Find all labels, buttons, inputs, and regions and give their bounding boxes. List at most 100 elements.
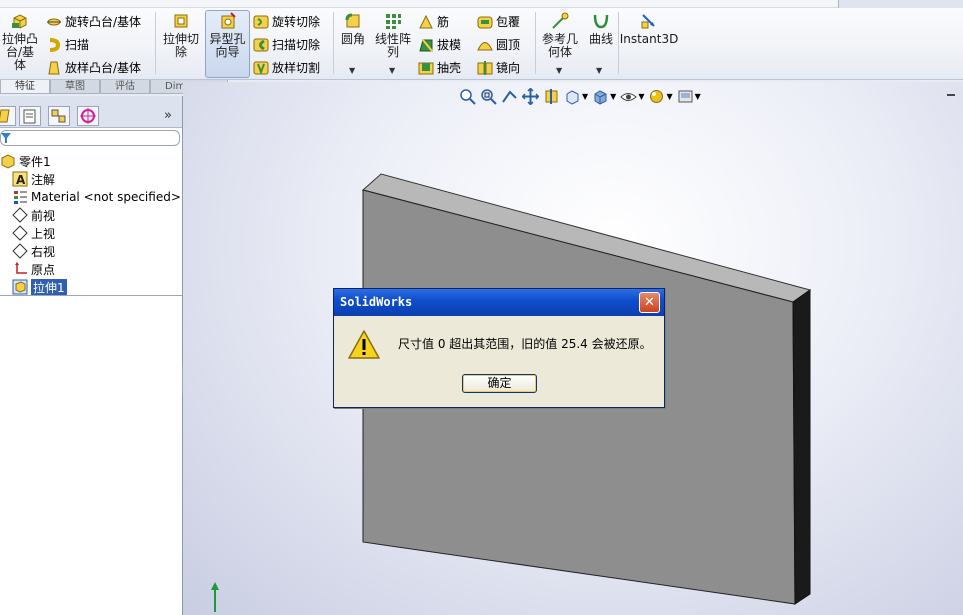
instant3d-label: Instant3D bbox=[619, 32, 679, 46]
mirror-icon bbox=[477, 60, 493, 75]
tree-item-front-plane[interactable]: 前视 bbox=[0, 206, 183, 224]
material-label: Material <not specified> bbox=[31, 190, 181, 204]
dimxpert-crosshair-icon bbox=[80, 108, 96, 124]
featuremanager-icon bbox=[0, 109, 10, 123]
shell-button[interactable]: 抽壳 bbox=[418, 59, 461, 76]
ribbon-separator bbox=[333, 12, 334, 74]
linear-pattern-icon bbox=[386, 14, 401, 29]
configurationmanager-tab[interactable] bbox=[48, 106, 70, 126]
loft-cut-button[interactable]: 放样切割 bbox=[253, 59, 320, 76]
annotations-label: 注解 bbox=[31, 172, 56, 187]
mirror-button[interactable]: 镜向 bbox=[477, 59, 520, 76]
svg-text:A: A bbox=[16, 173, 26, 187]
plane-icon bbox=[12, 225, 28, 241]
tree-item-origin[interactable]: 原点 bbox=[0, 260, 183, 278]
draft-icon bbox=[419, 38, 433, 52]
tree-root-label: 零件1 bbox=[19, 154, 51, 169]
reference-geometry-button[interactable]: 参考几何体 bbox=[538, 12, 582, 59]
revolve-cut-icon bbox=[253, 15, 269, 28]
extrude-cut-icon bbox=[174, 14, 188, 28]
plane-icon bbox=[12, 207, 28, 223]
pattern-dropdown-arrow[interactable]: ▼ bbox=[389, 66, 395, 75]
loft-boss-button[interactable]: 放样凸台/基体 bbox=[46, 59, 141, 76]
ref-geometry-dropdown-arrow[interactable]: ▼ bbox=[556, 66, 562, 75]
filter-input[interactable] bbox=[0, 130, 180, 146]
command-manager-ribbon: 拉伸凸台/基体 旋转凸台/基体 扫描 放样凸台/基体 拉伸切除 异型孔向导 旋转… bbox=[0, 0, 963, 80]
dimxpertmanager-tab[interactable] bbox=[77, 106, 99, 126]
instant3d-button[interactable]: Instant3D bbox=[619, 12, 679, 46]
ribbon-separator bbox=[535, 12, 536, 74]
hole-wizard-button[interactable]: 异型孔向导 bbox=[205, 12, 250, 59]
sweep-label: 扫描 bbox=[65, 38, 90, 52]
instant3d-icon bbox=[641, 14, 655, 29]
dome-button[interactable]: 圆顶 bbox=[477, 36, 520, 53]
linear-pattern-button[interactable]: 线性阵列 bbox=[372, 12, 414, 59]
draft-label: 拔模 bbox=[437, 38, 462, 52]
annotations-icon: A bbox=[12, 171, 28, 187]
front-plane-label: 前视 bbox=[31, 208, 56, 223]
draft-button[interactable]: 拔模 bbox=[418, 36, 461, 53]
loft-boss-icon bbox=[48, 61, 60, 74]
mirror-label: 镜向 bbox=[496, 61, 521, 75]
tree-item-top-plane[interactable]: 上视 bbox=[0, 224, 183, 242]
extrude-cut-button[interactable]: 拉伸切除 bbox=[160, 12, 202, 59]
featuremanager-tab[interactable] bbox=[0, 106, 16, 126]
sweep-cut-icon bbox=[253, 38, 269, 51]
propertymanager-tab[interactable] bbox=[19, 106, 41, 126]
reference-geometry-icon bbox=[552, 12, 569, 29]
tree-bottom-divider bbox=[0, 295, 182, 296]
curves-button[interactable]: 曲线 bbox=[586, 12, 616, 46]
tab-evaluate[interactable]: 评估 bbox=[100, 80, 150, 94]
fillet-dropdown-arrow[interactable]: ▼ bbox=[349, 66, 355, 75]
ok-button[interactable]: 确定 bbox=[462, 374, 537, 393]
reference-geometry-label: 参考几何体 bbox=[541, 32, 578, 59]
panel-expand-chevron-icon[interactable]: » bbox=[164, 108, 172, 123]
rib-label: 筋 bbox=[437, 15, 450, 29]
revolve-cut-label: 旋转切除 bbox=[272, 15, 321, 29]
sweep-button[interactable]: 扫描 bbox=[46, 36, 89, 53]
tree-root-part[interactable]: 零件1 bbox=[0, 152, 183, 170]
loft-cut-label: 放样切割 bbox=[272, 61, 321, 75]
curves-dropdown-arrow[interactable]: ▼ bbox=[596, 66, 602, 75]
extrude-cut-label: 拉伸切除 bbox=[163, 32, 200, 59]
sweep-cut-button[interactable]: 扫描切除 bbox=[253, 36, 320, 53]
tree-item-extrude1[interactable]: 拉伸1 bbox=[0, 278, 183, 296]
revolve-boss-button[interactable]: 旋转凸台/基体 bbox=[46, 13, 141, 30]
shell-icon bbox=[418, 62, 434, 74]
tree-item-annotations[interactable]: A 注解 bbox=[0, 170, 183, 188]
wrap-icon bbox=[477, 16, 493, 28]
extrude-boss-button[interactable]: 拉伸凸台/基体 bbox=[0, 12, 40, 72]
wrap-button[interactable]: 包覆 bbox=[477, 13, 520, 30]
revolve-boss-label: 旋转凸台/基体 bbox=[65, 15, 142, 29]
loft-cut-icon bbox=[253, 61, 269, 75]
fillet-button[interactable]: 圆角 bbox=[338, 12, 368, 46]
right-plane-label: 右视 bbox=[31, 244, 56, 259]
hole-wizard-label: 异型孔向导 bbox=[209, 32, 246, 59]
tab-sketch[interactable]: 草图 bbox=[50, 80, 100, 94]
configurationmanager-icon bbox=[51, 109, 66, 123]
feature-tree: 零件1 A 注解 Material <not specified> 前视 上视 … bbox=[0, 152, 183, 296]
tree-item-right-plane[interactable]: 右视 bbox=[0, 242, 183, 260]
tab-features[interactable]: 特征 bbox=[0, 80, 50, 94]
revolve-boss-icon bbox=[47, 18, 61, 25]
message-dialog: SolidWorks ✕ 尺寸值 0 超出其范围，旧的值 25.4 会被还原。 … bbox=[333, 288, 665, 408]
triad-axis-icon bbox=[211, 582, 219, 612]
dome-icon bbox=[477, 41, 493, 50]
extrude-boss-label: 拉伸凸台/基体 bbox=[1, 32, 38, 72]
curves-label: 曲线 bbox=[588, 32, 613, 46]
dialog-message: 尺寸值 0 超出其范围，旧的值 25.4 会被还原。 bbox=[398, 337, 652, 351]
origin-icon bbox=[15, 262, 27, 274]
dialog-title: SolidWorks bbox=[334, 289, 664, 316]
sweep-icon bbox=[49, 37, 61, 52]
revolve-cut-button[interactable]: 旋转切除 bbox=[253, 13, 320, 30]
extrude-feature-icon bbox=[12, 279, 28, 295]
warning-icon bbox=[348, 330, 380, 359]
hole-wizard-icon bbox=[221, 12, 236, 29]
title-strip-right bbox=[838, 0, 963, 8]
dome-label: 圆顶 bbox=[496, 38, 521, 52]
dialog-close-button[interactable]: ✕ bbox=[639, 292, 660, 313]
propertymanager-icon bbox=[23, 109, 36, 124]
rib-button[interactable]: 筋 bbox=[418, 13, 449, 30]
tree-item-material[interactable]: Material <not specified> bbox=[0, 188, 183, 206]
extrude-boss-icon bbox=[12, 14, 27, 29]
